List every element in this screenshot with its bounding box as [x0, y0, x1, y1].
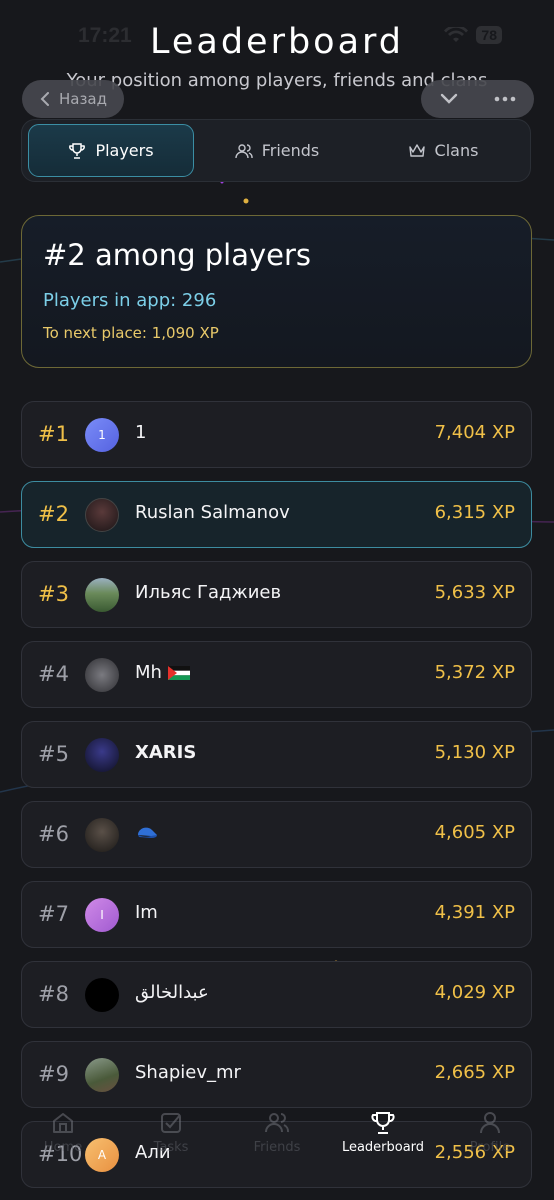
- home-icon: [53, 1113, 73, 1133]
- tab-friends-label: Friends: [261, 141, 320, 160]
- leaderboard-tabs: Players Friends Clans: [21, 119, 531, 182]
- position-card: #2 among players Players in app: 296 To …: [21, 215, 532, 368]
- nav-profile[interactable]: Profile: [440, 1110, 540, 1155]
- profile-icon: [480, 1112, 500, 1134]
- rank: #6: [38, 822, 69, 846]
- bottom-nav: Home Tasks Friends Leaderboard Profile: [0, 1100, 554, 1180]
- leaderboard-row[interactable]: #5 XARIS 5,130 XP: [21, 721, 532, 788]
- leaderboard-row[interactable]: #3 Ильяс Гаджиев 5,633 XP: [21, 561, 532, 628]
- avatar: [85, 978, 119, 1012]
- nav-home-label: Home: [43, 1140, 83, 1155]
- player-name: عبدالخالق: [135, 982, 209, 1003]
- palestine-flag-icon: [167, 666, 190, 680]
- player-xp: 4,029 XP: [434, 982, 515, 1003]
- players-count: Players in app: 296: [43, 290, 217, 311]
- chevron-left-icon: [40, 92, 49, 106]
- player-name: Ильяс Гаджиев: [135, 582, 282, 603]
- leaderboard-row[interactable]: #4 Mh 5,372 XP: [21, 641, 532, 708]
- player-xp: 7,404 XP: [434, 422, 515, 443]
- nav-leaderboard[interactable]: Leaderboard: [333, 1110, 433, 1155]
- rank: #7: [38, 902, 69, 926]
- rank: #4: [38, 662, 69, 686]
- nav-leaderboard-label: Leaderboard: [341, 1140, 425, 1155]
- leaderboard-row[interactable]: #9 Shapiev_mr 2,665 XP: [21, 1041, 532, 1108]
- app-controls: [421, 80, 534, 118]
- avatar: [85, 738, 119, 772]
- player-xp: 5,372 XP: [434, 662, 515, 683]
- player-name: Im: [135, 902, 158, 923]
- avatar: [85, 1058, 119, 1092]
- player-name: 1: [135, 422, 147, 443]
- more-icon[interactable]: [494, 96, 516, 102]
- position-title: #2 among players: [43, 238, 312, 272]
- nav-tasks-label: Tasks: [153, 1140, 189, 1155]
- avatar: [85, 658, 119, 692]
- rank: #1: [38, 422, 69, 446]
- rank: #3: [38, 582, 69, 606]
- player-xp: 5,633 XP: [434, 582, 515, 603]
- player-name: Shapiev_mr: [135, 1062, 241, 1083]
- nav-home[interactable]: Home: [13, 1110, 113, 1155]
- tab-players-label: Players: [95, 141, 154, 160]
- nav-tasks[interactable]: Tasks: [121, 1110, 221, 1155]
- tasks-icon: [161, 1113, 181, 1133]
- leaderboard-row[interactable]: #6 4,605 XP: [21, 801, 532, 868]
- avatar: [85, 498, 119, 532]
- tab-clans-label: Clans: [434, 141, 479, 160]
- tab-players[interactable]: Players: [28, 124, 194, 177]
- avatar: I: [85, 898, 119, 932]
- leaderboard-row[interactable]: #1 1 1 7,404 XP: [21, 401, 532, 468]
- rank: #2: [38, 502, 69, 526]
- leaderboard-row[interactable]: #7 I Im 4,391 XP: [21, 881, 532, 948]
- cap-emoji-icon: [137, 827, 157, 838]
- tab-clans[interactable]: Clans: [360, 124, 526, 177]
- back-button[interactable]: Назад: [22, 80, 124, 118]
- page-title: Leaderboard: [149, 22, 405, 62]
- rank: #8: [38, 982, 69, 1006]
- leaderboard-row-current-user[interactable]: #2 Ruslan Salmanov 6,315 XP: [21, 481, 532, 548]
- player-name: XARIS: [135, 742, 197, 763]
- crown-icon: [408, 143, 425, 157]
- player-name: [135, 822, 159, 843]
- rank: #5: [38, 742, 69, 766]
- next-place-info: To next place: 1,090 XP: [43, 324, 219, 342]
- trophy-icon: [69, 142, 86, 159]
- nav-friends[interactable]: Friends: [227, 1110, 327, 1155]
- player-xp: 6,315 XP: [434, 502, 515, 523]
- player-xp: 2,665 XP: [434, 1062, 515, 1083]
- trophy-icon: [371, 1112, 395, 1134]
- nav-profile-label: Profile: [469, 1140, 511, 1155]
- player-name: Ruslan Salmanov: [135, 502, 290, 523]
- leaderboard-row[interactable]: #8 عبدالخالق 4,029 XP: [21, 961, 532, 1028]
- users-icon: [235, 143, 253, 158]
- avatar: [85, 818, 119, 852]
- chevron-down-icon[interactable]: [439, 92, 459, 106]
- back-label: Назад: [58, 90, 107, 108]
- player-xp: 4,605 XP: [434, 822, 515, 843]
- avatar: 1: [85, 418, 119, 452]
- nav-friends-label: Friends: [253, 1140, 301, 1155]
- player-xp: 5,130 XP: [434, 742, 515, 763]
- rank: #9: [38, 1062, 69, 1086]
- player-name: Mh: [135, 662, 190, 683]
- player-xp: 4,391 XP: [434, 902, 515, 923]
- avatar: [85, 578, 119, 612]
- friends-icon: [265, 1113, 289, 1133]
- tab-friends[interactable]: Friends: [197, 124, 357, 177]
